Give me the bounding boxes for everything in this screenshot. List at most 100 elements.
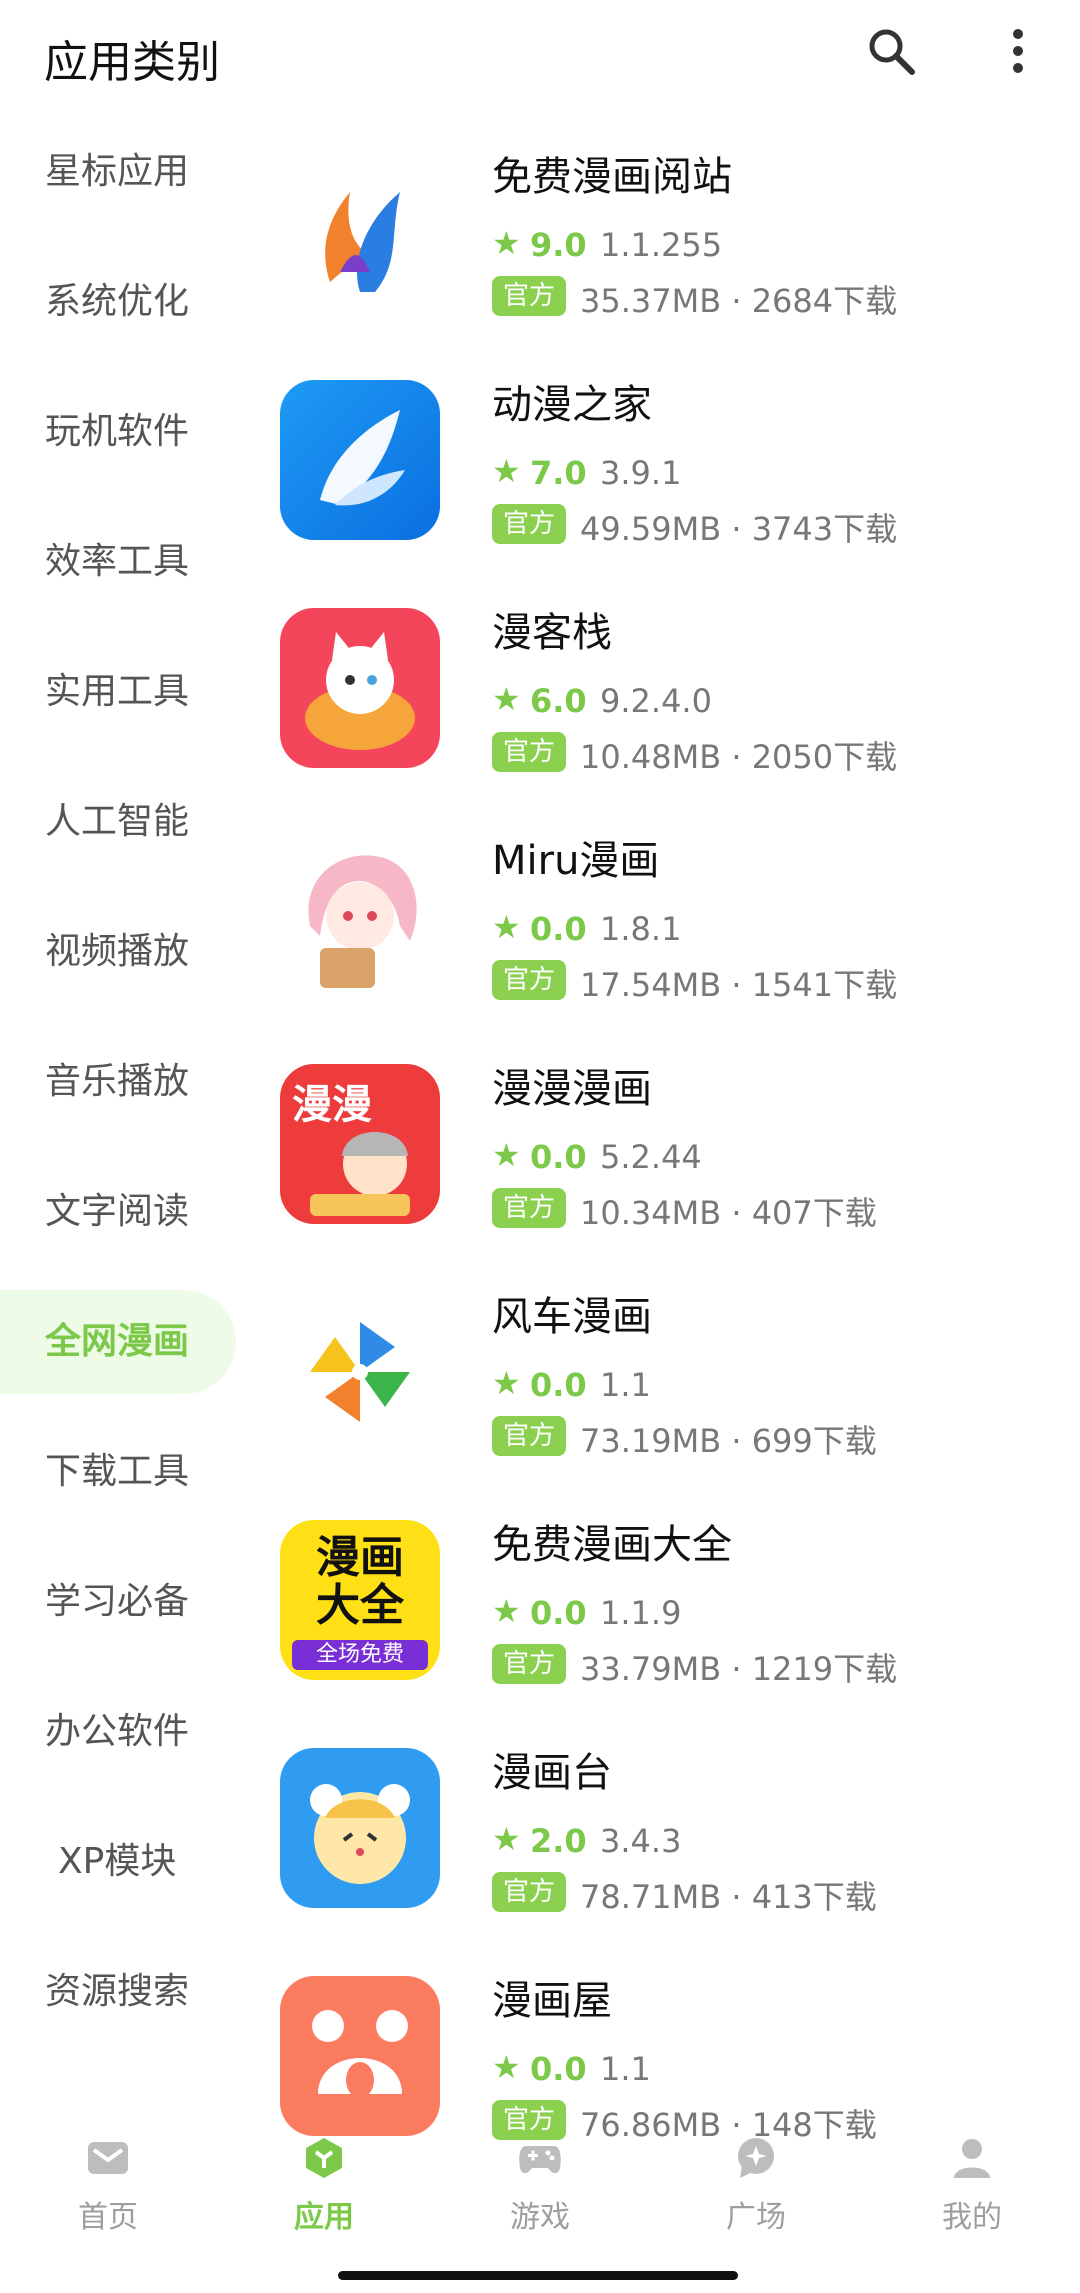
app-version: 1.1	[600, 1366, 651, 1404]
official-badge: 官方	[492, 276, 566, 316]
icon-text: 漫画大全	[316, 1532, 404, 1631]
app-version: 1.8.1	[600, 910, 682, 948]
app-name: 漫画屋	[492, 1978, 612, 2024]
app-version: 3.4.3	[600, 1822, 682, 1860]
app-name: Miru漫画	[492, 838, 660, 884]
sidebar-item-study[interactable]: 学习必备	[0, 1550, 236, 1654]
sidebar-item-comics[interactable]: 全网漫画	[0, 1290, 236, 1394]
official-badge: 官方	[492, 960, 566, 1000]
sidebar-item-reading[interactable]: 文字阅读	[0, 1160, 236, 1264]
chat-bubble-icon	[734, 2136, 778, 2180]
app-icon-flame	[280, 152, 440, 312]
star-icon: ★	[492, 2048, 521, 2086]
more-vert-icon[interactable]	[1000, 24, 1036, 78]
sidebar-item-resource-search[interactable]: 资源搜索	[0, 1940, 236, 2044]
rating-score: 0.0	[530, 1594, 587, 1632]
sidebar-item-phone-tools[interactable]: 玩机软件	[0, 380, 236, 484]
app-version: 1.1.255	[600, 226, 723, 264]
app-icon-hamster	[280, 1748, 440, 1908]
home-indicator[interactable]	[338, 2271, 738, 2280]
sidebar-item-office[interactable]: 办公软件	[0, 1680, 236, 1784]
rating-score: 0.0	[530, 2050, 587, 2088]
star-icon: ★	[492, 1820, 521, 1858]
star-icon: ★	[492, 1136, 521, 1174]
gamepad-icon	[518, 2136, 562, 2180]
official-badge: 官方	[492, 732, 566, 772]
app-name: 免费漫画大全	[492, 1522, 732, 1568]
tab-label: 我的	[942, 2200, 1002, 2235]
list-item[interactable]: 漫画台 ★ 2.0 3.4.3 官方 78.71MB · 413下载	[270, 1736, 1070, 1946]
app-icon-bear	[280, 1976, 440, 2136]
tab-label: 首页	[78, 2200, 138, 2235]
star-icon: ★	[492, 680, 521, 718]
sidebar-item-efficiency[interactable]: 效率工具	[0, 510, 236, 614]
app-version: 5.2.44	[600, 1138, 702, 1176]
search-icon[interactable]	[864, 24, 918, 78]
page-title: 应用类别	[44, 37, 220, 88]
bottom-tab-bar: 首页 应用 游戏 广场 我的	[0, 2130, 1080, 2250]
rating-score: 9.0	[530, 226, 587, 264]
app-icon-manman: 漫漫	[280, 1064, 440, 1224]
sidebar-item-download[interactable]: 下载工具	[0, 1420, 236, 1524]
list-item[interactable]: 风车漫画 ★ 0.0 1.1 官方 73.19MB · 699下载	[270, 1280, 1070, 1490]
app-name: 漫漫漫画	[492, 1066, 652, 1112]
sidebar-item-music[interactable]: 音乐播放	[0, 1030, 236, 1134]
star-icon: ★	[492, 908, 521, 946]
app-version: 1.1.9	[600, 1594, 682, 1632]
size-downloads: 35.37MB · 2684下载	[580, 282, 898, 320]
size-downloads: 10.48MB · 2050下载	[580, 738, 898, 776]
app-icon-feather	[280, 380, 440, 540]
list-item[interactable]: 漫客栈 ★ 6.0 9.2.4.0 官方 10.48MB · 2050下载	[270, 596, 1070, 806]
size-downloads: 10.34MB · 407下载	[580, 1194, 877, 1232]
sidebar-item-starred[interactable]: 星标应用	[0, 120, 236, 224]
list-item[interactable]: 漫画大全 全场免费 免费漫画大全 ★ 0.0 1.1.9 官方 33.79MB …	[270, 1508, 1070, 1718]
official-badge: 官方	[492, 1188, 566, 1228]
app-name: 动漫之家	[492, 382, 652, 428]
size-downloads: 73.19MB · 699下载	[580, 1422, 877, 1460]
list-item[interactable]: 动漫之家 ★ 7.0 3.9.1 官方 49.59MB · 3743下载	[270, 368, 1070, 578]
size-downloads: 17.54MB · 1541下载	[580, 966, 898, 1004]
star-icon: ★	[492, 1592, 521, 1630]
rating-score: 0.0	[530, 1366, 587, 1404]
sidebar-item-video[interactable]: 视频播放	[0, 900, 236, 1004]
sidebar-item-utilities[interactable]: 实用工具	[0, 640, 236, 744]
rating-score: 0.0	[530, 910, 587, 948]
pinwheel-icon	[280, 1292, 440, 1452]
tab-label: 游戏	[510, 2200, 570, 2235]
tab-games[interactable]: 游戏	[432, 2130, 648, 2250]
tab-square[interactable]: 广场	[648, 2130, 864, 2250]
tab-apps[interactable]: 应用	[216, 2130, 432, 2250]
rating-score: 0.0	[530, 1138, 587, 1176]
list-item[interactable]: 漫漫 漫漫漫画 ★ 0.0 5.2.44 官方 10.34MB · 407下载	[270, 1052, 1070, 1262]
sidebar-item-ai[interactable]: 人工智能	[0, 770, 236, 874]
app-name: 免费漫画阅站	[492, 154, 732, 200]
cube-icon	[302, 2136, 346, 2180]
size-downloads: 78.71MB · 413下载	[580, 1878, 877, 1916]
tab-home[interactable]: 首页	[0, 2130, 216, 2250]
size-downloads: 33.79MB · 1219下载	[580, 1650, 898, 1688]
official-badge: 官方	[492, 1872, 566, 1912]
list-item[interactable]: Miru漫画 ★ 0.0 1.8.1 官方 17.54MB · 1541下载	[270, 824, 1070, 1034]
app-version: 9.2.4.0	[600, 682, 712, 720]
app-header: 应用类别	[0, 0, 1080, 110]
star-icon: ★	[492, 1364, 521, 1402]
app-icon-comics-collection: 漫画大全 全场免费	[280, 1520, 440, 1680]
rating-score: 6.0	[530, 682, 587, 720]
app-name: 风车漫画	[492, 1294, 652, 1340]
app-icon-cat	[280, 608, 440, 768]
app-name: 漫客栈	[492, 610, 612, 656]
star-icon: ★	[492, 452, 521, 490]
tab-label: 应用	[294, 2200, 354, 2235]
app-version: 3.9.1	[600, 454, 682, 492]
list-item[interactable]: 免费漫画阅站 ★ 9.0 1.1.255 官方 35.37MB · 2684下载	[270, 140, 1070, 350]
mail-icon	[86, 2136, 130, 2180]
tab-mine[interactable]: 我的	[864, 2130, 1080, 2250]
sidebar-item-system-optimize[interactable]: 系统优化	[0, 250, 236, 354]
size-downloads: 49.59MB · 3743下载	[580, 510, 898, 548]
rating-score: 2.0	[530, 1822, 587, 1860]
app-version: 1.1	[600, 2050, 651, 2088]
icon-subtext: 全场免费	[292, 1640, 428, 1670]
sidebar-item-xposed[interactable]: XP模块	[0, 1810, 236, 1914]
star-icon: ★	[492, 224, 521, 262]
official-badge: 官方	[492, 1644, 566, 1684]
